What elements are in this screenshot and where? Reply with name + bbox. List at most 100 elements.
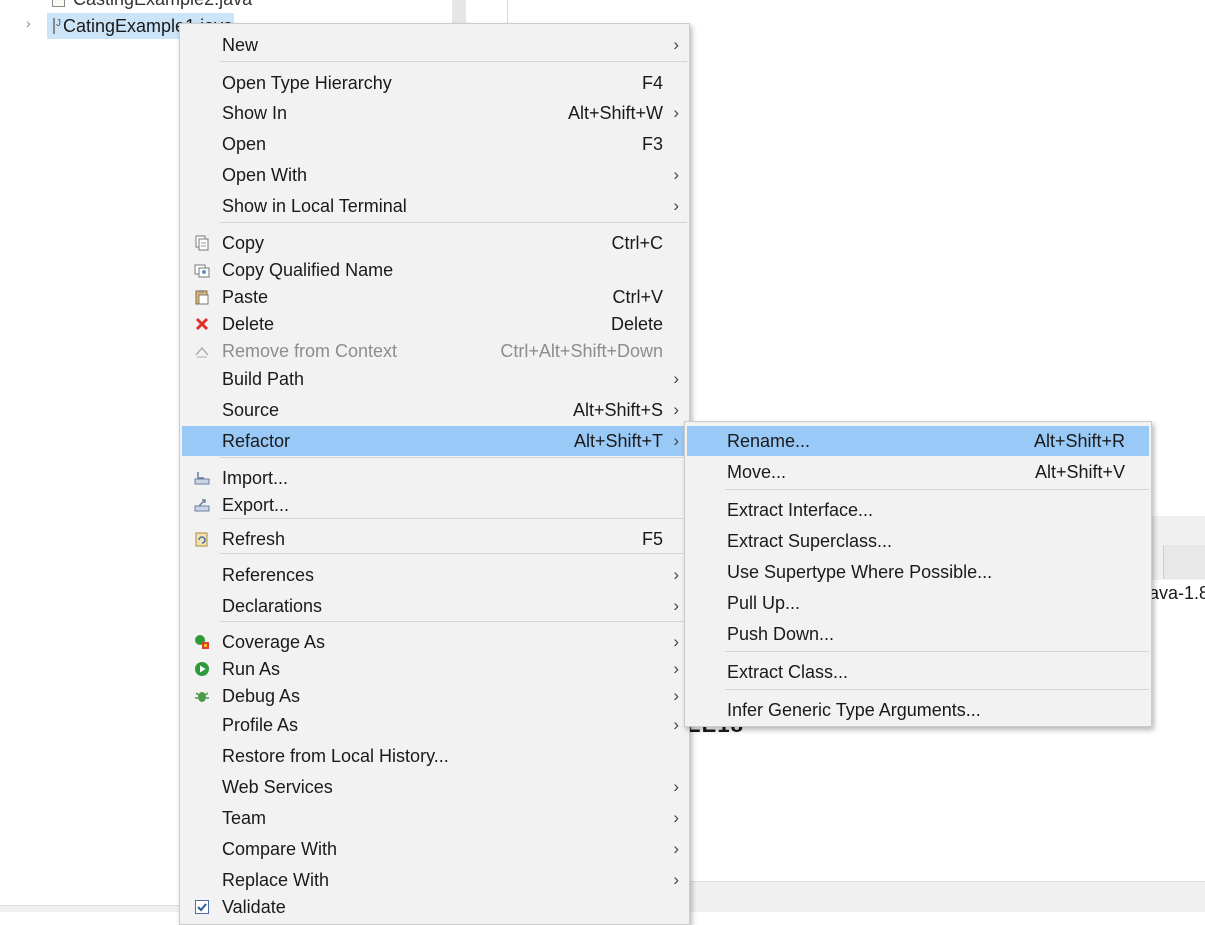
menu-item-replace-with[interactable]: Replace With › (182, 865, 687, 895)
menu-item-references[interactable]: References › (182, 560, 687, 590)
submenu-item-label: Extract Class... (727, 661, 849, 682)
chevron-right-icon: › (673, 35, 679, 54)
menu-item-label: References (222, 564, 315, 585)
submenu-item-extract-class[interactable]: Extract Class... (687, 657, 1149, 687)
submenu-item-push-down[interactable]: Push Down... (687, 619, 1149, 649)
menu-item-label: Web Services (222, 776, 333, 797)
submenu-item-extract-interface[interactable]: Extract Interface... (687, 495, 1149, 525)
menu-item-open[interactable]: Open F3 (182, 129, 687, 159)
menu-item-shortcut: Delete (610, 313, 663, 334)
menu-item-label: Team (222, 807, 267, 828)
submenu-item-infer-generic-type-arguments[interactable]: Infer Generic Type Arguments... (687, 695, 1149, 725)
submenu-item-pull-up[interactable]: Pull Up... (687, 588, 1149, 618)
menu-item-label: Open Type Hierarchy (222, 72, 392, 93)
export-icon (193, 496, 211, 514)
menu-item-delete[interactable]: Delete Delete (182, 309, 687, 339)
submenu-item-use-supertype-where-possible[interactable]: Use Supertype Where Possible... (687, 557, 1149, 587)
submenu-item-label: Push Down... (727, 623, 835, 644)
menu-item-refresh[interactable]: Refresh F5 (182, 524, 687, 554)
menu-item-new[interactable]: New › (182, 30, 687, 60)
menu-item-label: Build Path (222, 368, 305, 389)
submenu-item-label: Extract Superclass... (727, 530, 893, 551)
menu-item-label: Replace With (222, 869, 330, 890)
menu-item-validate[interactable]: Validate (182, 892, 687, 922)
tree-item-label: CastingExample2.java (73, 0, 252, 10)
menu-item-label: Restore from Local History... (222, 745, 449, 766)
submenu-item-label: Infer Generic Type Arguments... (727, 699, 981, 720)
menu-item-web-services[interactable]: Web Services › (182, 772, 687, 802)
submenu-item-label: Use Supertype Where Possible... (727, 561, 993, 582)
status-strip (686, 881, 1205, 912)
submenu-item-extract-superclass[interactable]: Extract Superclass... (687, 526, 1149, 556)
menu-item-label: Refresh (222, 528, 286, 549)
menu-item-export[interactable]: Export... (182, 490, 687, 520)
bottom-panel-tab[interactable] (1163, 545, 1205, 579)
menu-separator (220, 222, 687, 223)
submenu-item-move[interactable]: Move... Alt+Shift+V (687, 457, 1149, 487)
menu-item-label: Coverage As (222, 631, 326, 652)
java-file-icon (53, 18, 61, 34)
menu-item-show-in[interactable]: Show In Alt+Shift+W › (182, 98, 687, 128)
menu-item-label: Compare With (222, 838, 338, 859)
menu-item-label: Profile As (222, 714, 299, 735)
submenu-item-shortcut: Alt+Shift+V (1034, 461, 1125, 482)
chevron-right-icon[interactable]: › (26, 15, 31, 31)
menu-item-label: Open (222, 133, 267, 154)
import-icon (193, 469, 211, 487)
menu-separator (220, 518, 687, 519)
paste-icon (193, 288, 211, 306)
menu-item-label: Refactor (222, 430, 291, 451)
menu-item-debug-as[interactable]: Debug As › (182, 681, 687, 711)
menu-separator (220, 61, 687, 62)
menu-item-copy-qualified-name[interactable]: Copy Qualified Name (182, 255, 687, 285)
menu-item-label: Validate (222, 896, 286, 917)
menu-item-shortcut: Alt+Shift+S (572, 399, 663, 420)
menu-item-import[interactable]: Import... (182, 463, 687, 493)
menu-item-open-type-hierarchy[interactable]: Open Type Hierarchy F4 (182, 68, 687, 98)
coverage-icon (193, 633, 211, 651)
menu-item-shortcut: Ctrl+C (611, 232, 663, 253)
menu-item-copy[interactable]: Copy Ctrl+C (182, 228, 687, 258)
chevron-right-icon: › (673, 808, 679, 827)
menu-item-refactor[interactable]: Refactor Alt+Shift+T › (182, 426, 687, 456)
menu-item-show-in-local-terminal[interactable]: Show in Local Terminal › (182, 191, 687, 221)
menu-item-remove-from-context: Remove from Context Ctrl+Alt+Shift+Down (182, 336, 687, 366)
submenu-item-shortcut: Alt+Shift+R (1033, 430, 1125, 451)
menu-separator (220, 457, 687, 458)
chevron-right-icon: › (673, 196, 679, 215)
menu-item-paste[interactable]: Paste Ctrl+V (182, 282, 687, 312)
chevron-right-icon: › (673, 103, 679, 122)
menu-item-restore-from-local-history[interactable]: Restore from Local History... (182, 741, 687, 771)
menu-separator (725, 489, 1149, 490)
tree-item-casting-example2[interactable]: CastingExample2.java (52, 0, 252, 12)
menu-item-run-as[interactable]: Run As › (182, 654, 687, 684)
menu-item-profile-as[interactable]: Profile As › (182, 710, 687, 740)
submenu-item-label: Pull Up... (727, 592, 801, 613)
menu-item-label: Copy (222, 232, 265, 253)
chevron-right-icon: › (673, 715, 679, 734)
menu-item-source[interactable]: Source Alt+Shift+S › (182, 395, 687, 425)
menu-item-label: Debug As (222, 685, 301, 706)
menu-item-label: New (222, 34, 259, 55)
menu-separator (220, 621, 687, 622)
menu-item-team[interactable]: Team › (182, 803, 687, 833)
menu-item-coverage-as[interactable]: Coverage As › (182, 627, 687, 657)
remove-context-icon (193, 342, 211, 360)
menu-item-build-path[interactable]: Build Path › (182, 364, 687, 394)
submenu-item-label: Rename... (727, 430, 811, 451)
menu-item-compare-with[interactable]: Compare With › (182, 834, 687, 864)
submenu-item-rename[interactable]: Rename... Alt+Shift+R (687, 426, 1149, 456)
menu-item-shortcut: Ctrl+V (612, 286, 663, 307)
debug-icon (193, 687, 211, 705)
chevron-right-icon: › (673, 777, 679, 796)
menu-item-declarations[interactable]: Declarations › (182, 591, 687, 621)
menu-item-label: Copy Qualified Name (222, 259, 394, 280)
menu-item-shortcut: Alt+Shift+T (573, 430, 663, 451)
menu-item-label: Show in Local Terminal (222, 195, 407, 216)
refactor-submenu: Rename... Alt+Shift+R Move... Alt+Shift+V Ex… (684, 421, 1152, 727)
checkbox-checked-icon (193, 898, 211, 916)
chevron-right-icon: › (673, 431, 679, 450)
menu-item-label: Declarations (222, 595, 323, 616)
menu-item-open-with[interactable]: Open With › (182, 160, 687, 190)
java-file-icon (52, 0, 65, 7)
